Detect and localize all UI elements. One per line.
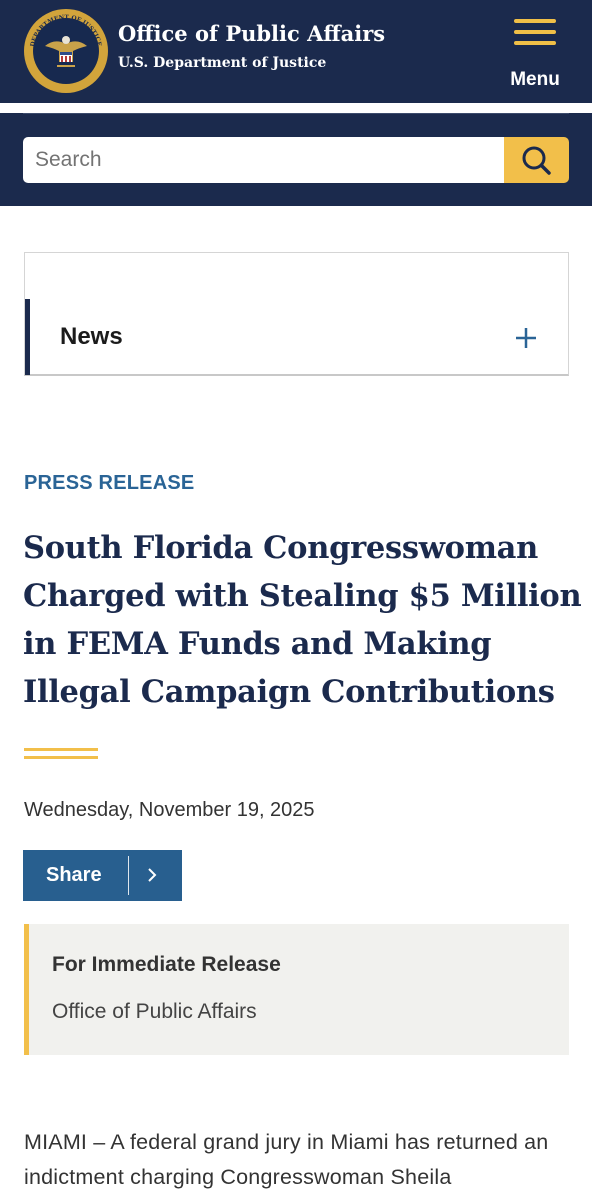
news-accordion-toggle[interactable]: News [25, 299, 568, 375]
menu-label: Menu [510, 69, 560, 90]
article-headline: South Florida Congresswoman Charged with… [23, 530, 582, 710]
press-release-label: PRESS RELEASE [24, 472, 195, 494]
header-divider [0, 103, 592, 113]
article-body: MIAMI – A federal grand jury in Miami ha… [24, 1130, 549, 1189]
release-office: Office of Public Affairs [52, 1000, 257, 1023]
site-title[interactable]: Office of Public Affairs [118, 21, 385, 46]
news-accordion: News [24, 252, 569, 376]
site-subtitle: U.S. Department of Justice [118, 55, 327, 71]
chevron-right-icon [148, 868, 157, 882]
menu-button[interactable]: Menu [498, 15, 572, 95]
plus-icon [516, 328, 536, 348]
doj-seal-logo[interactable]: DEPARTMENT OF JUSTICE [24, 9, 108, 93]
seal-ring-text: DEPARTMENT OF JUSTICE [29, 14, 102, 47]
headline-divider [24, 748, 98, 751]
share-label: Share [46, 864, 102, 886]
release-info-box: For Immediate Release Office of Public A… [24, 924, 569, 1055]
share-button[interactable]: Share [23, 850, 182, 901]
search-button[interactable] [504, 137, 569, 183]
search-input[interactable] [23, 137, 504, 183]
release-title: For Immediate Release [52, 953, 281, 976]
search-icon [522, 146, 551, 175]
share-divider [128, 856, 129, 895]
search-divider-line [23, 113, 569, 114]
site-header: DEPARTMENT OF JUSTICE Office of Public A… [0, 0, 592, 103]
search-bar [0, 113, 592, 206]
publish-date: Wednesday, November 19, 2025 [24, 799, 315, 821]
news-label: News [60, 323, 123, 350]
headline-divider-second [24, 756, 98, 759]
svg-text:DEPARTMENT OF JUSTICE: DEPARTMENT OF JUSTICE [29, 14, 102, 47]
